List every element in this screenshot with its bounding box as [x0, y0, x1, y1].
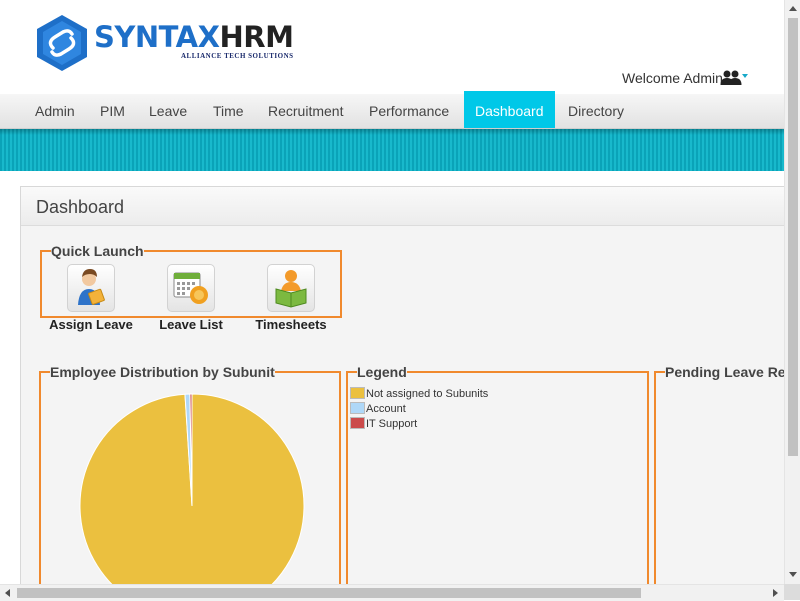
scroll-up-icon[interactable] — [789, 6, 797, 11]
distribution-legend: Legend Not assigned to Subunits Account … — [346, 364, 649, 585]
brand-name: SYNTAXHRM — [94, 20, 294, 54]
assign-leave-icon[interactable] — [67, 264, 115, 312]
brand-name-part1: SYNTAX — [94, 20, 220, 54]
employee-distribution: Employee Distribution by Subunit 99% — [39, 364, 341, 585]
users-icon[interactable] — [720, 69, 750, 87]
quick-launch-timesheets-label[interactable]: Timesheets — [242, 317, 340, 332]
menu-item-performance[interactable]: Performance — [358, 94, 460, 128]
vertical-scroll-thumb[interactable] — [788, 18, 798, 456]
submenu-band — [0, 129, 784, 171]
legend-label-account: Account — [366, 403, 406, 415]
distribution-legend-title: Legend — [357, 364, 407, 380]
main-menu: Admin PIM Leave Time Recruitment Perform… — [0, 91, 784, 129]
vertical-scrollbar[interactable] — [784, 0, 800, 584]
dashboard-panel: Dashboard Quick Launch Assign Leave Leav… — [20, 186, 785, 586]
page-title: Dashboard — [36, 197, 125, 217]
quick-launch-assign-leave[interactable]: Assign Leave — [42, 264, 140, 332]
welcome-text[interactable]: Welcome Admin — [622, 70, 723, 86]
pending-leave-requests: Pending Leave Re — [654, 364, 785, 585]
legend-label-it-support: IT Support — [366, 418, 418, 430]
scroll-down-icon[interactable] — [789, 572, 797, 577]
menu-item-admin[interactable]: Admin — [24, 94, 86, 128]
leave-list-icon[interactable] — [167, 264, 215, 312]
employee-distribution-title: Employee Distribution by Subunit — [50, 364, 275, 380]
timesheets-icon[interactable] — [267, 264, 315, 312]
legend-swatch-it-support — [350, 417, 365, 429]
quick-launch-leave-list-label[interactable]: Leave List — [142, 317, 240, 332]
menu-item-dashboard[interactable]: Dashboard — [464, 91, 555, 128]
caret-down-icon — [742, 74, 748, 78]
quick-launch-assign-leave-label[interactable]: Assign Leave — [42, 317, 140, 332]
quick-launch-title: Quick Launch — [51, 243, 144, 259]
horizontal-scrollbar[interactable] — [0, 584, 784, 601]
quick-launch-timesheets[interactable]: Timesheets — [242, 264, 340, 332]
quick-launch: Quick Launch Assign Leave Leave List Tim… — [40, 243, 342, 332]
scroll-right-icon[interactable] — [773, 589, 778, 597]
employee-distribution-pie-chart: 99% — [79, 393, 305, 585]
menu-item-leave[interactable]: Leave — [138, 94, 198, 128]
legend-label-not-assigned: Not assigned to Subunits — [366, 388, 489, 400]
legend-swatch-account — [350, 402, 365, 414]
submenu-band-shadow — [0, 129, 784, 135]
quick-launch-leave-list[interactable]: Leave List — [142, 264, 240, 332]
menu-item-pim[interactable]: PIM — [89, 94, 136, 128]
horizontal-scroll-thumb[interactable] — [17, 588, 641, 598]
brand-tagline: ALLIANCE TECH SOLUTIONS — [181, 52, 294, 60]
scrollbar-corner — [784, 584, 800, 600]
scroll-left-icon[interactable] — [5, 589, 10, 597]
menu-item-time[interactable]: Time — [202, 94, 255, 128]
panel-header: Dashboard — [21, 187, 785, 226]
brand-name-part2: HRM — [219, 20, 294, 54]
menu-item-directory[interactable]: Directory — [557, 94, 635, 128]
syntax-logo-icon — [37, 15, 87, 71]
menu-item-recruitment[interactable]: Recruitment — [257, 94, 354, 128]
legend-swatch-not-assigned — [350, 387, 365, 399]
header: SYNTAXHRM ALLIANCE TECH SOLUTIONS Welcom… — [0, 0, 784, 94]
pending-leave-requests-title: Pending Leave Re — [665, 364, 785, 380]
